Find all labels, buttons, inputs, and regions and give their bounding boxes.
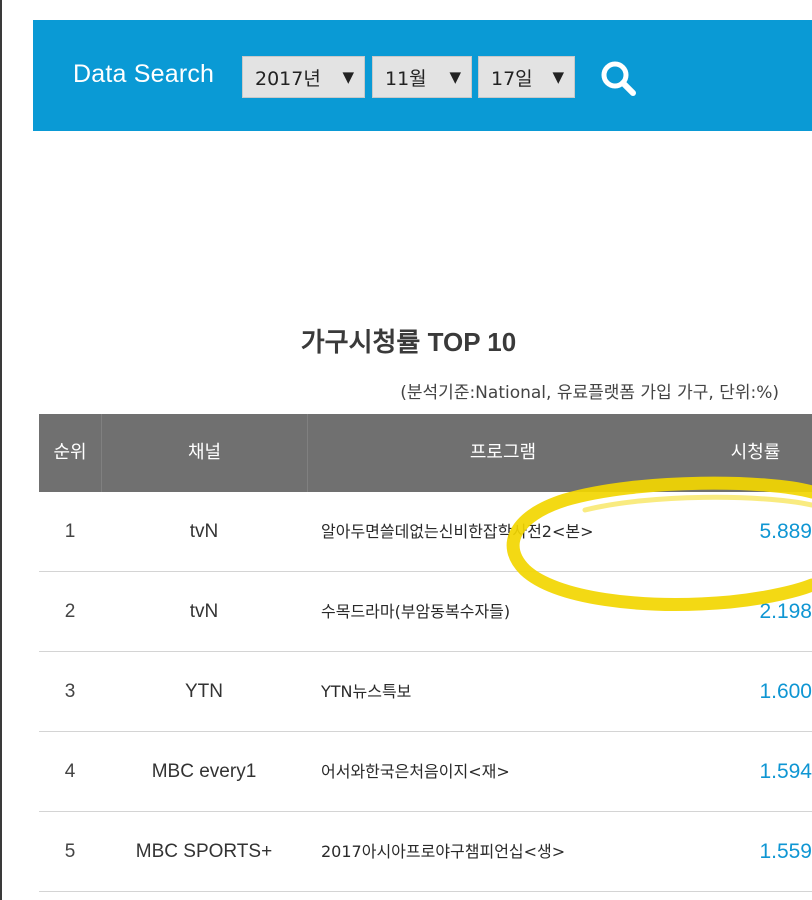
- row-channel: tvN: [189, 521, 219, 542]
- month-select[interactable]: 11월 ▼: [372, 56, 472, 98]
- chevron-down-icon: ▼: [552, 68, 564, 86]
- row-rating: 1.600: [759, 680, 812, 703]
- ranking-table: 순위 채널 프로그램 시청률 1 tvN 알아두면쓸데없는신비한잡학사전2<본>…: [39, 414, 812, 892]
- row-program: 알아두면쓸데없는신비한잡학사전2<본>: [321, 522, 594, 541]
- row-rating: 2.198: [759, 600, 812, 623]
- data-search-title: Data Search: [73, 60, 215, 88]
- year-select-value: 2017년: [255, 67, 321, 90]
- day-select-value: 17일: [491, 67, 533, 90]
- row-rating: 1.559: [759, 840, 812, 863]
- table-row: 1 tvN 알아두면쓸데없는신비한잡학사전2<본> 5.889: [39, 492, 812, 572]
- chevron-down-icon: ▼: [342, 68, 354, 86]
- row-channel: YTN: [185, 681, 223, 702]
- year-select[interactable]: 2017년 ▼: [242, 56, 365, 98]
- row-program: 2017아시아프로야구챔피언십<생>: [321, 842, 566, 861]
- header-rating: 시청률: [730, 442, 781, 463]
- chevron-down-icon: ▼: [449, 68, 461, 86]
- row-rating: 5.889: [759, 520, 812, 543]
- header-channel: 채널: [101, 414, 307, 492]
- row-rating: 1.594: [759, 760, 812, 783]
- ranking-title: 가구시청률 TOP 10: [300, 327, 517, 357]
- table-row: 2 tvN 수목드라마(부암동복수자들) 2.198: [39, 572, 812, 652]
- row-rank: 1: [64, 521, 76, 542]
- row-channel: MBC every1: [151, 761, 257, 782]
- row-program: 어서와한국은처음이지<재>: [321, 762, 510, 781]
- table-row: 3 YTN YTN뉴스특보 1.600: [39, 652, 812, 732]
- data-search-bar: Data Search 2017년 ▼ 11월 ▼ 17일 ▼: [33, 20, 812, 131]
- header-program: 프로그램: [469, 442, 537, 463]
- day-select[interactable]: 17일 ▼: [478, 56, 575, 98]
- ranking-subtitle: (분석기준:National, 유료플랫폼 가입 가구, 단위:%): [400, 383, 779, 403]
- header-rank: 순위: [53, 442, 87, 463]
- row-program: YTN뉴스특보: [321, 682, 412, 701]
- row-rank: 5: [64, 841, 76, 862]
- row-channel: MBC SPORTS+: [135, 841, 273, 862]
- row-channel: tvN: [189, 601, 219, 622]
- row-rank: 3: [64, 681, 76, 702]
- row-program: 수목드라마(부암동복수자들): [321, 602, 511, 621]
- table-row: 5 MBC SPORTS+ 2017아시아프로야구챔피언십<생> 1.559: [39, 812, 812, 892]
- row-rank: 4: [64, 761, 76, 782]
- row-rank: 2: [64, 601, 76, 622]
- search-icon[interactable]: [598, 58, 638, 98]
- table-row: 4 MBC every1 어서와한국은처음이지<재> 1.594: [39, 732, 812, 812]
- table-header: 순위 채널 프로그램 시청률: [39, 414, 812, 492]
- month-select-value: 11월: [385, 67, 427, 90]
- page-left-border: [0, 0, 2, 900]
